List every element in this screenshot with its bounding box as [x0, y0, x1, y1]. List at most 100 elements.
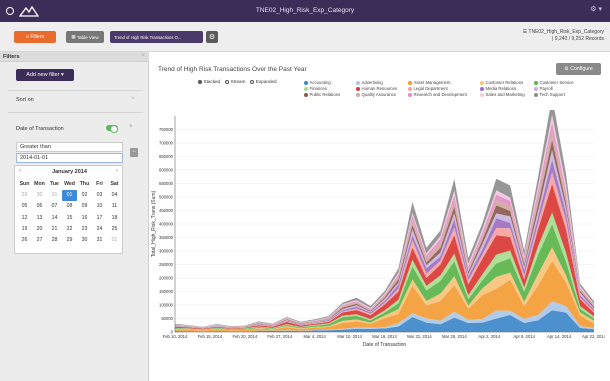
y-tick-label: 200000 — [159, 275, 174, 280]
table-view-button[interactable]: ▦ Table View — [66, 31, 104, 43]
filter-condition-select[interactable]: Greater than — [16, 142, 123, 152]
legend-label: Customer Service — [539, 80, 574, 85]
calendar-day[interactable]: 25 — [107, 224, 122, 235]
settings-icon: ⚙ — [208, 34, 216, 41]
y-tick-label: 650000 — [159, 154, 174, 159]
calendar-day[interactable]: 19 — [17, 224, 32, 235]
filter-date-input[interactable]: 2014-01-01 — [16, 153, 123, 163]
calendar-day[interactable]: 31 — [47, 190, 62, 201]
calendar-day[interactable]: 30 — [32, 190, 47, 201]
legend-item[interactable]: Human Resources — [356, 86, 397, 91]
legend-item[interactable]: Research and Development — [408, 92, 467, 97]
mode-stream[interactable]: Stream — [225, 79, 245, 84]
calendar-day[interactable]: 22 — [62, 224, 77, 235]
filters-sidebar: Filters × Add new filter ▾ Sort on × Dat… — [0, 52, 149, 381]
calendar-day[interactable]: 31 — [92, 235, 107, 246]
calendar-day[interactable]: 14 — [47, 213, 62, 224]
calendar-day[interactable]: 01 — [107, 235, 122, 246]
legend-swatch — [356, 86, 360, 91]
calendar-next-icon[interactable]: › — [116, 168, 118, 174]
filter-toggle[interactable] — [106, 125, 118, 133]
remove-condition-button[interactable]: − — [130, 148, 138, 157]
chart-tab[interactable]: Trend of High Risk Transactions O... — [110, 31, 203, 43]
calendar-day[interactable]: 24 — [92, 224, 107, 235]
calendar-day[interactable]: 30 — [77, 235, 92, 246]
calendar-day[interactable]: 26 — [17, 235, 32, 246]
calendar-day[interactable]: 13 — [32, 213, 47, 224]
calendar-day[interactable]: 29 — [17, 190, 32, 201]
calendar-day[interactable]: 12 — [17, 213, 32, 224]
chart-settings-button[interactable]: ⚙ — [206, 31, 218, 43]
weekday-label: Wed — [64, 181, 75, 187]
x-tick-label: Mar 16, 2014 — [372, 334, 397, 339]
calendar-day[interactable]: 06 — [32, 201, 47, 212]
settings-gear-icon[interactable]: ⚙ ▾ — [590, 5, 602, 13]
calendar-day[interactable]: 08 — [62, 201, 77, 212]
calendar-day[interactable]: 03 — [92, 190, 107, 201]
calendar-day[interactable]: 29 — [62, 235, 77, 246]
calendar-day[interactable]: 04 — [107, 190, 122, 201]
legend-item[interactable]: Asset Management — [408, 80, 451, 85]
remove-sort-icon[interactable]: × — [131, 96, 135, 102]
calendar-day[interactable]: 23 — [77, 224, 92, 235]
sort-label[interactable]: Sort on — [16, 97, 34, 103]
calendar-day[interactable]: 28 — [47, 235, 62, 246]
calendar-day[interactable]: 27 — [32, 235, 47, 246]
calendar-day[interactable]: 17 — [92, 213, 107, 224]
legend-item[interactable]: Payroll — [534, 86, 553, 91]
x-tick-label: Apr 2, 2014 — [478, 334, 500, 339]
chevron-down-icon: ▾ — [59, 72, 64, 78]
calendar-day[interactable]: 15 — [62, 213, 77, 224]
configure-label: Configure — [570, 66, 593, 72]
weekday-label: Mon — [34, 181, 45, 187]
y-tick-label: 500000 — [159, 194, 174, 199]
calendar-day[interactable]: 11 — [107, 201, 122, 212]
calendar-day[interactable]: 20 — [32, 224, 47, 235]
legend-item[interactable]: Finances — [304, 86, 327, 91]
legend-label: Sales and Marketing — [485, 92, 525, 97]
mode-stacked[interactable]: Stacked — [198, 79, 220, 84]
calendar-day[interactable]: 16 — [77, 213, 92, 224]
add-filter-button[interactable]: Add new filter ▾ — [16, 69, 74, 81]
legend-item[interactable]: Quality Assurance — [356, 92, 396, 97]
legend-swatch — [408, 92, 412, 97]
legend-item[interactable]: Advertising — [356, 80, 383, 85]
sidebar-title: Filters — [3, 54, 20, 60]
y-tick-label: 600000 — [159, 167, 174, 172]
filters-button[interactable]: ≡ Filters — [14, 31, 56, 43]
remove-filter-icon[interactable]: × — [129, 124, 133, 130]
weekday-label: Sun — [19, 181, 30, 187]
calendar-month: January 2014 — [52, 169, 87, 175]
calendar-day[interactable]: 02 — [77, 190, 92, 201]
calendar-prev-icon[interactable]: ‹ — [19, 168, 21, 174]
divider — [8, 90, 143, 91]
legend-item[interactable]: Customer Service — [534, 80, 574, 85]
calendar-day[interactable]: 09 — [77, 201, 92, 212]
calendar-day[interactable]: 10 — [92, 201, 107, 212]
calendar-day[interactable]: 05 — [17, 201, 32, 212]
x-tick-label: Apr 8, 2014 — [513, 334, 535, 339]
legend-item[interactable]: Media Relations — [480, 86, 516, 91]
weekday-label: Sat — [110, 181, 119, 187]
legend-label: Advertising — [361, 80, 383, 85]
configure-button[interactable]: ⚙ Configure — [556, 63, 601, 75]
legend-swatch — [480, 92, 484, 97]
legend-item[interactable]: Legal Department — [408, 86, 448, 91]
calendar-day[interactable]: 21 — [47, 224, 62, 235]
close-sidebar-icon[interactable]: × — [141, 53, 145, 59]
dataset-info: ☰ TNE02_High_Risk_Exp_Category | 9,240 /… — [523, 29, 604, 43]
legend-item[interactable]: Public Relations — [304, 92, 340, 97]
legend-item[interactable]: Tech Support — [534, 92, 565, 97]
calendar-day[interactable]: 07 — [47, 201, 62, 212]
legend-item[interactable]: Customer Relations — [480, 80, 523, 85]
mode-label: Stacked — [203, 79, 221, 84]
y-tick-label: 250000 — [159, 262, 174, 267]
y-tick-label: 350000 — [159, 235, 174, 240]
calendar-day-selected[interactable]: 01 — [62, 190, 77, 202]
legend-item[interactable]: Sales and Marketing — [480, 92, 525, 97]
y-tick-label: 150000 — [159, 289, 174, 294]
legend-item[interactable]: Accounting — [304, 80, 331, 85]
date-picker: January 2014 ‹ › Sun Mon Tue Wed Thu Fri… — [14, 165, 123, 254]
calendar-day[interactable]: 18 — [107, 213, 122, 224]
mode-expanded[interactable]: Expanded — [250, 79, 277, 84]
